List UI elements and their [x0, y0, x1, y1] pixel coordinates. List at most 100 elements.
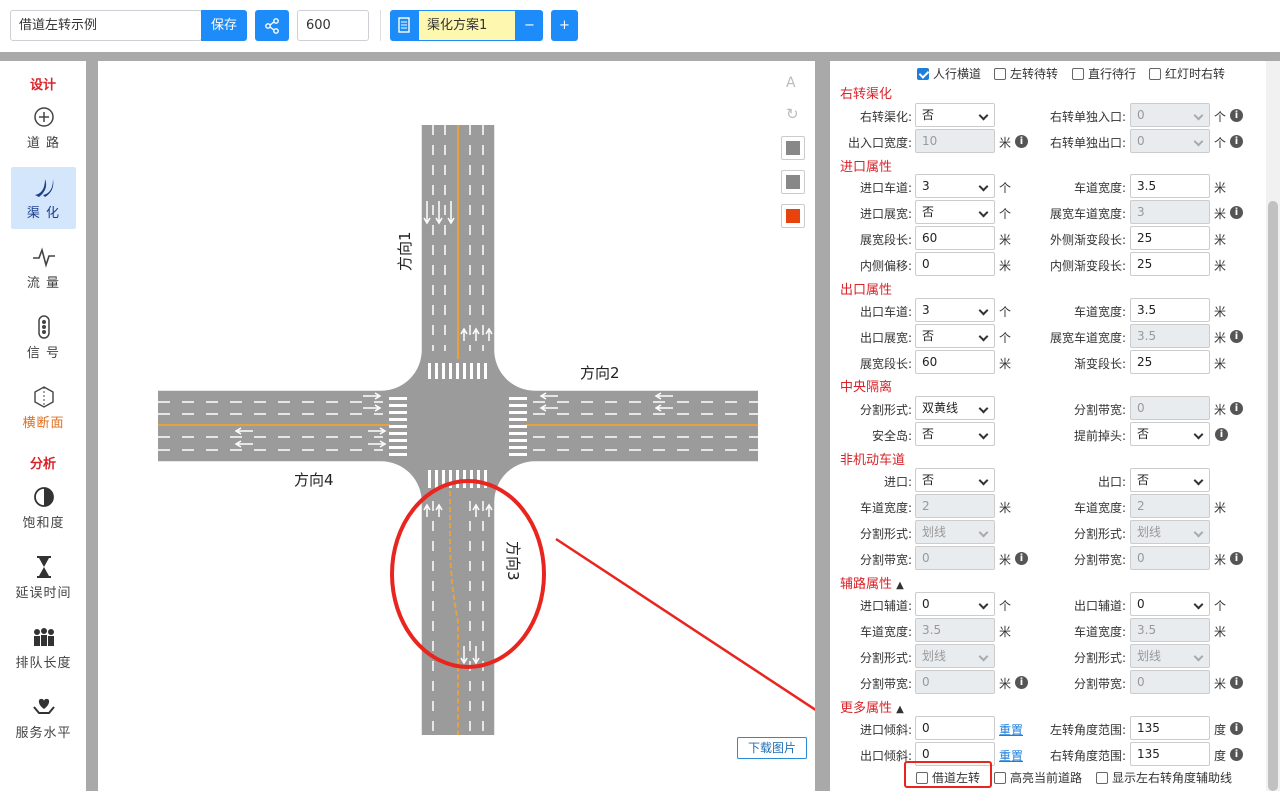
- median-form-select[interactable]: 双黄线: [915, 396, 995, 420]
- entry-outer-taper-input[interactable]: 25: [1130, 226, 1210, 250]
- entry-widen-len-input[interactable]: 60: [915, 226, 995, 250]
- left-range-input[interactable]: 135: [1130, 716, 1210, 740]
- remove-scheme-button[interactable]: −: [516, 10, 543, 41]
- safety-island-select[interactable]: 否: [915, 422, 995, 446]
- aux-section-title[interactable]: 辅路属性 ▲: [840, 573, 904, 592]
- info-icon[interactable]: i: [1230, 722, 1243, 735]
- exit-lane-width-input[interactable]: 3.5: [1130, 298, 1210, 322]
- scheme-name-input[interactable]: 借道左转示例: [10, 10, 202, 41]
- sidebar-item-cross-section[interactable]: 横断面: [11, 377, 76, 439]
- panel-scrollbar[interactable]: [1266, 61, 1280, 791]
- crosswalk-checkbox[interactable]: 人行横道: [917, 65, 981, 82]
- nonmotor-form-select[interactable]: 划线: [915, 520, 995, 544]
- exit-widen-label: 出口展宽:: [859, 331, 912, 345]
- red-light-right-turn-checkbox[interactable]: 红灯时右转: [1149, 65, 1225, 82]
- nonmotor-band-input[interactable]: 0: [915, 546, 995, 570]
- exit-widen-select[interactable]: 否: [915, 324, 995, 348]
- info-icon[interactable]: i: [1230, 330, 1243, 343]
- info-icon[interactable]: i: [1230, 552, 1243, 565]
- left-turn-wait-checkbox[interactable]: 左转待转: [994, 65, 1058, 82]
- entry-exit-width-input[interactable]: 10: [915, 129, 995, 153]
- nonmotor-exit-width-input[interactable]: 2: [1130, 494, 1210, 518]
- exit-widen-width-label: 展宽车道宽度:: [1049, 331, 1126, 345]
- info-icon[interactable]: i: [1230, 676, 1243, 689]
- exit-widen-width-input[interactable]: 3.5: [1130, 324, 1210, 348]
- entry-lanes-select[interactable]: 3: [915, 174, 995, 198]
- reset-exit-tilt-link[interactable]: 重置: [999, 747, 1023, 764]
- scrollbar-thumb[interactable]: [1268, 201, 1278, 791]
- info-icon[interactable]: i: [1215, 428, 1228, 441]
- unit-text: 个: [999, 599, 1012, 613]
- show-angle-guides-checkbox[interactable]: 显示左右转角度辅助线: [1096, 769, 1232, 786]
- aux-width-input[interactable]: 3.5: [915, 618, 995, 642]
- aux-exit-form-select[interactable]: 划线: [1130, 644, 1210, 668]
- info-icon[interactable]: i: [1230, 402, 1243, 415]
- sidebar-item-flow[interactable]: 流 量: [11, 237, 76, 299]
- scheme-list-button[interactable]: [390, 10, 418, 41]
- gray-color-button-2[interactable]: [781, 170, 805, 194]
- entry-inner-offset-input[interactable]: 0: [915, 252, 995, 276]
- more-section-title[interactable]: 更多属性 ▲: [840, 697, 904, 716]
- aux-exit-select[interactable]: 0: [1130, 592, 1210, 616]
- info-icon[interactable]: i: [1230, 748, 1243, 761]
- median-band-input[interactable]: 0: [1130, 396, 1210, 420]
- info-icon[interactable]: i: [1230, 206, 1243, 219]
- highlight-road-checkbox[interactable]: 高亮当前道路: [994, 769, 1082, 786]
- number-input[interactable]: 600: [297, 10, 369, 41]
- right-turn-channel-select[interactable]: 否: [915, 103, 995, 127]
- save-button[interactable]: 保存: [201, 10, 247, 41]
- right-range-input[interactable]: 135: [1130, 742, 1210, 766]
- right-turn-entry-select[interactable]: 0: [1130, 103, 1210, 127]
- intersection-drawing[interactable]: [98, 61, 815, 791]
- orange-color-button[interactable]: [781, 204, 805, 228]
- unit-text: 米: [1214, 207, 1227, 221]
- share-button[interactable]: [255, 10, 289, 41]
- refresh-button[interactable]: ↻: [781, 103, 805, 127]
- entry-tilt-input[interactable]: 0: [915, 716, 995, 740]
- exit-taper-input[interactable]: 25: [1130, 350, 1210, 374]
- nonmotor-exit-select[interactable]: 否: [1130, 468, 1210, 492]
- intersection-canvas[interactable]: 方向1 方向2 方向3 方向4 A ↻ 下载图片: [98, 61, 815, 791]
- nonmotor-width-input[interactable]: 2: [915, 494, 995, 518]
- text-tool-button[interactable]: A: [781, 73, 805, 97]
- scheme-select[interactable]: 渠化方案1: [418, 10, 516, 41]
- exit-widen-len-label: 展宽段长:: [859, 357, 912, 371]
- borrow-lane-left-turn-checkbox[interactable]: 借道左转: [916, 769, 980, 786]
- aux-band-input[interactable]: 0: [915, 670, 995, 694]
- direction2-label: 方向2: [580, 364, 620, 382]
- sidebar-item-queue[interactable]: 排队长度: [11, 617, 76, 679]
- checkbox-checked-icon: [917, 68, 929, 80]
- nonmotor-exit-form-select[interactable]: 划线: [1130, 520, 1210, 544]
- entry-lane-width-input[interactable]: 3.5: [1130, 174, 1210, 198]
- straight-wait-checkbox[interactable]: 直行待行: [1072, 65, 1136, 82]
- aux-exit-width-input[interactable]: 3.5: [1130, 618, 1210, 642]
- right-turn-exit-select[interactable]: 0: [1130, 129, 1210, 153]
- aux-form-select[interactable]: 划线: [915, 644, 995, 668]
- sidebar-item-delay[interactable]: 延误时间: [11, 547, 76, 609]
- checkbox-label: 直行待行: [1088, 67, 1137, 81]
- entry-inner-offset-label: 内侧偏移:: [859, 259, 912, 273]
- sidebar-item-saturation[interactable]: 饱和度: [11, 477, 76, 539]
- entry-widen-select[interactable]: 否: [915, 200, 995, 224]
- sidebar-item-channel[interactable]: 渠 化: [11, 167, 76, 229]
- gray-color-button[interactable]: [781, 136, 805, 160]
- entry-inner-taper-input[interactable]: 25: [1130, 252, 1210, 276]
- nonmotor-entry-select[interactable]: 否: [915, 468, 995, 492]
- info-icon[interactable]: i: [1230, 135, 1243, 148]
- info-icon[interactable]: i: [1230, 109, 1243, 122]
- advance-uturn-select[interactable]: 否: [1130, 422, 1210, 446]
- sidebar-item-road[interactable]: 道 路: [11, 97, 76, 159]
- right-turn-exit-label: 右转单独出口:: [1049, 136, 1126, 150]
- exit-widen-len-input[interactable]: 60: [915, 350, 995, 374]
- reset-entry-tilt-link[interactable]: 重置: [999, 721, 1023, 738]
- aux-exit-band-input[interactable]: 0: [1130, 670, 1210, 694]
- sidebar-item-label: 渠 化: [26, 206, 61, 221]
- entry-widen-width-input[interactable]: 3: [1130, 200, 1210, 224]
- nonmotor-exit-band-input[interactable]: 0: [1130, 546, 1210, 570]
- download-image-button[interactable]: 下载图片: [737, 737, 807, 759]
- sidebar-item-signal[interactable]: 信 号: [11, 307, 76, 369]
- exit-lanes-select[interactable]: 3: [915, 298, 995, 322]
- aux-entry-select[interactable]: 0: [915, 592, 995, 616]
- add-scheme-button[interactable]: +: [551, 10, 578, 41]
- sidebar-item-service-level[interactable]: 服务水平: [11, 687, 76, 749]
